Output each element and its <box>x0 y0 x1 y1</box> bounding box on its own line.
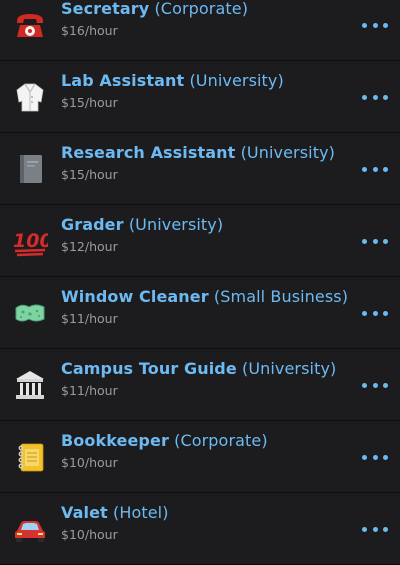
job-pay: $11/hour <box>61 383 118 398</box>
telephone-icon <box>12 7 48 43</box>
more-options-button[interactable] <box>362 303 388 323</box>
job-title: Secretary <box>61 0 150 18</box>
car-icon <box>12 511 48 547</box>
job-employer: (Corporate) <box>174 431 268 450</box>
job-pay: $10/hour <box>61 527 118 542</box>
job-pay: $16/hour <box>61 23 118 38</box>
classical-building-icon <box>12 367 48 403</box>
job-title: Valet <box>61 503 108 522</box>
job-employer: (University) <box>240 143 335 162</box>
lab-coat-icon <box>12 79 48 115</box>
svg-text:100: 100 <box>13 230 48 252</box>
spiral-notepad-icon <box>12 439 48 475</box>
job-row-valet[interactable]: Valet (Hotel) $10/hour <box>0 493 400 565</box>
job-pay: $15/hour <box>61 167 118 182</box>
job-row-campus-tour-guide[interactable]: Campus Tour Guide (University) $11/hour <box>0 349 400 421</box>
job-employer: (University) <box>241 359 337 378</box>
job-pay: $12/hour <box>61 239 118 254</box>
more-options-button[interactable] <box>362 87 388 107</box>
job-title: Campus Tour Guide <box>61 359 237 378</box>
job-row-grader[interactable]: 100 Grader (University) $12/hour <box>0 205 400 277</box>
job-pay: $10/hour <box>61 455 118 470</box>
job-employer: (University) <box>128 215 224 234</box>
job-title: Lab Assistant <box>61 71 185 90</box>
hundred-points-icon: 100 <box>12 223 48 259</box>
job-title: Bookkeeper <box>61 431 169 450</box>
job-employer: (Hotel) <box>112 503 169 522</box>
job-employer: (Small Business) <box>213 287 349 306</box>
job-row-lab-assistant[interactable]: Lab Assistant (University) $15/hour <box>0 61 400 133</box>
job-pay: $15/hour <box>61 95 118 110</box>
job-list: Secretary (Corporate) $16/hour Lab Assis… <box>0 0 400 565</box>
job-row-bookkeeper[interactable]: Bookkeeper (Corporate) $10/hour <box>0 421 400 493</box>
job-pay: $11/hour <box>61 311 118 326</box>
notebook-icon <box>12 151 48 187</box>
job-employer: (University) <box>189 71 284 90</box>
more-options-button[interactable] <box>362 447 388 467</box>
sponge-icon <box>12 295 48 331</box>
more-options-button[interactable] <box>362 519 388 539</box>
job-row-secretary[interactable]: Secretary (Corporate) $16/hour <box>0 0 400 61</box>
job-title: Window Cleaner <box>61 287 209 306</box>
more-options-button[interactable] <box>362 231 388 251</box>
job-row-research-assistant[interactable]: Research Assistant (University) $15/hour <box>0 133 400 205</box>
more-options-button[interactable] <box>362 375 388 395</box>
more-options-button[interactable] <box>362 159 388 179</box>
job-row-window-cleaner[interactable]: Window Cleaner (Small Business) $11/hour <box>0 277 400 349</box>
job-title: Grader <box>61 215 124 234</box>
job-title: Research Assistant <box>61 143 236 162</box>
job-employer: (Corporate) <box>154 0 249 18</box>
more-options-button[interactable] <box>362 15 388 35</box>
